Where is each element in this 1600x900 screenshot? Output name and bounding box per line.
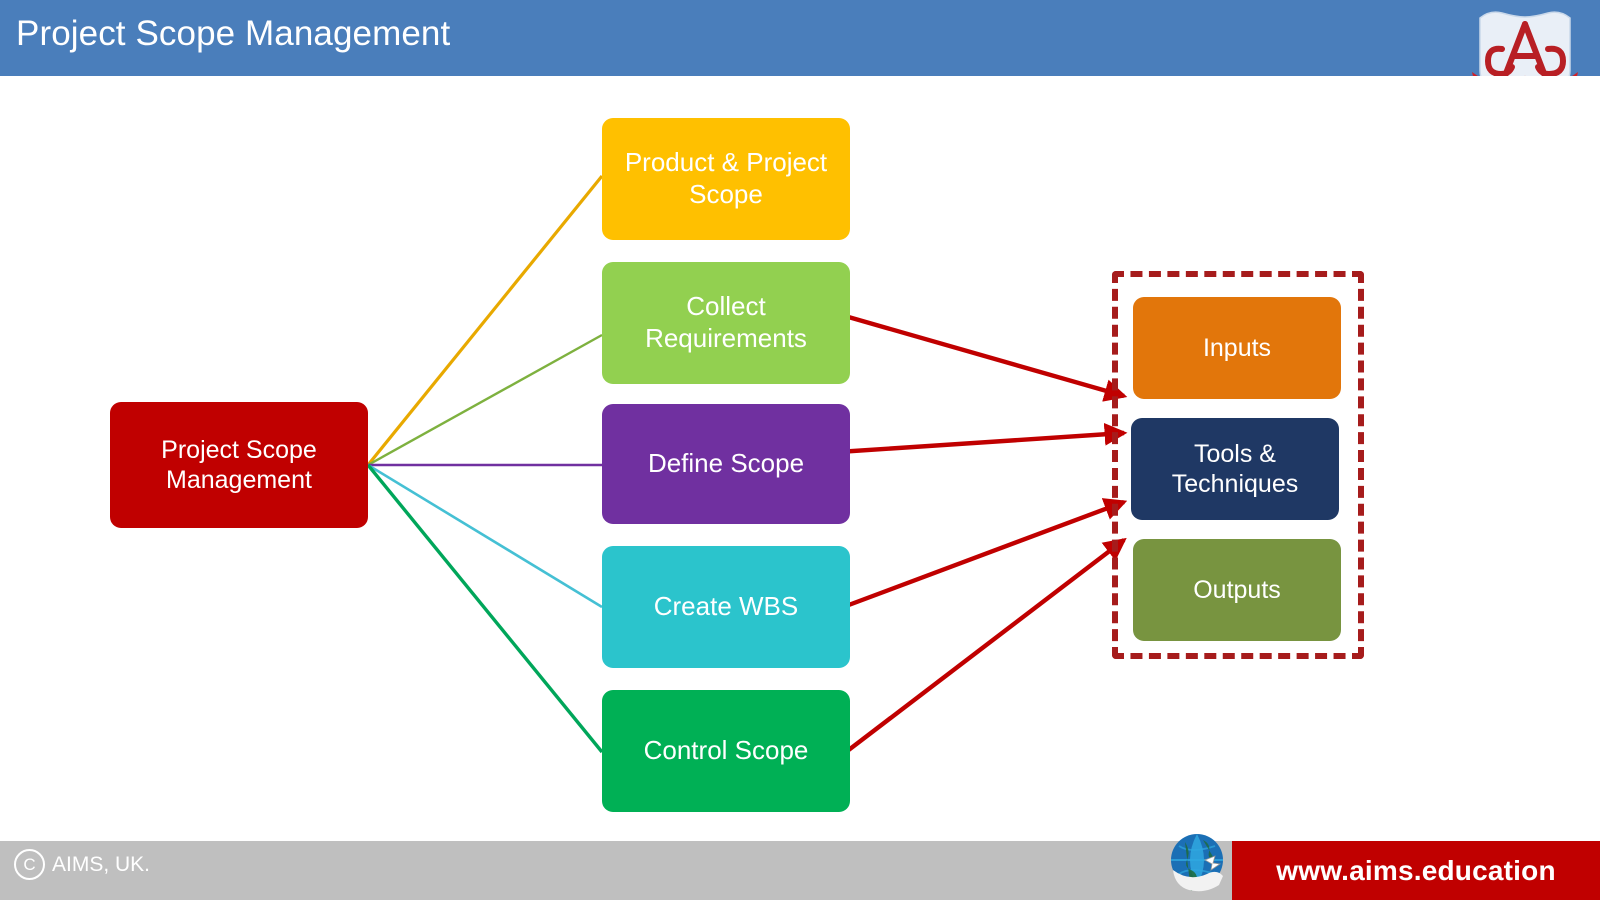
arrow-create-wbs-to-itto (837, 498, 1128, 612)
website-url-band[interactable]: www.aims.education (1232, 841, 1600, 900)
node-create-wbs[interactable]: Create WBS (602, 546, 850, 668)
page-title: Project Scope Management (16, 14, 451, 53)
arrow-collect-requirements-to-itto (837, 311, 1128, 402)
diagram-canvas: Project Scope Management Product & Proje… (0, 76, 1600, 824)
arrow-define-scope-to-itto (837, 422, 1128, 455)
node-product-project-scope-line1: Product & Project (624, 147, 828, 178)
globe-icon (1163, 826, 1231, 894)
node-root-line1: Project Scope (161, 435, 317, 464)
node-project-scope-management[interactable]: Project Scope Management (110, 402, 368, 528)
copyright-icon: C (14, 849, 45, 880)
node-product-project-scope-line2: Scope (689, 179, 763, 209)
arrow-control-scope-to-itto (844, 537, 1127, 754)
copyright: C AIMS, UK. (14, 849, 150, 880)
node-tools-techniques-line2: Techniques (1171, 470, 1299, 498)
node-create-wbs-label: Create WBS (653, 591, 799, 622)
edge-root-to-product-project-scope (366, 174, 604, 467)
node-tools-techniques[interactable]: Tools & Techniques (1131, 418, 1339, 520)
website-url-label: www.aims.education (1276, 854, 1556, 886)
edge-root-to-collect-requirements (367, 333, 603, 467)
node-inputs-label: Inputs (1202, 333, 1272, 362)
node-collect-requirements-line2: Requirements (645, 323, 807, 353)
copyright-label: AIMS, UK. (52, 852, 151, 876)
node-define-scope-label: Define Scope (647, 448, 805, 479)
node-tools-techniques-line1: Tools & (1194, 439, 1276, 468)
edge-root-to-control-scope (366, 463, 604, 754)
node-control-scope-label: Control Scope (643, 735, 809, 766)
node-define-scope[interactable]: Define Scope (602, 404, 850, 524)
node-product-project-scope[interactable]: Product & Project Scope (602, 118, 850, 240)
edge-root-to-create-wbs (367, 463, 603, 609)
node-control-scope[interactable]: Control Scope (602, 690, 850, 812)
node-root-line2: Management (166, 466, 312, 494)
node-collect-requirements[interactable]: Collect Requirements (602, 262, 850, 384)
node-inputs[interactable]: Inputs (1133, 297, 1341, 399)
node-outputs[interactable]: Outputs (1133, 539, 1341, 641)
node-outputs-label: Outputs (1193, 575, 1281, 604)
node-collect-requirements-line1: Collect (686, 291, 766, 322)
